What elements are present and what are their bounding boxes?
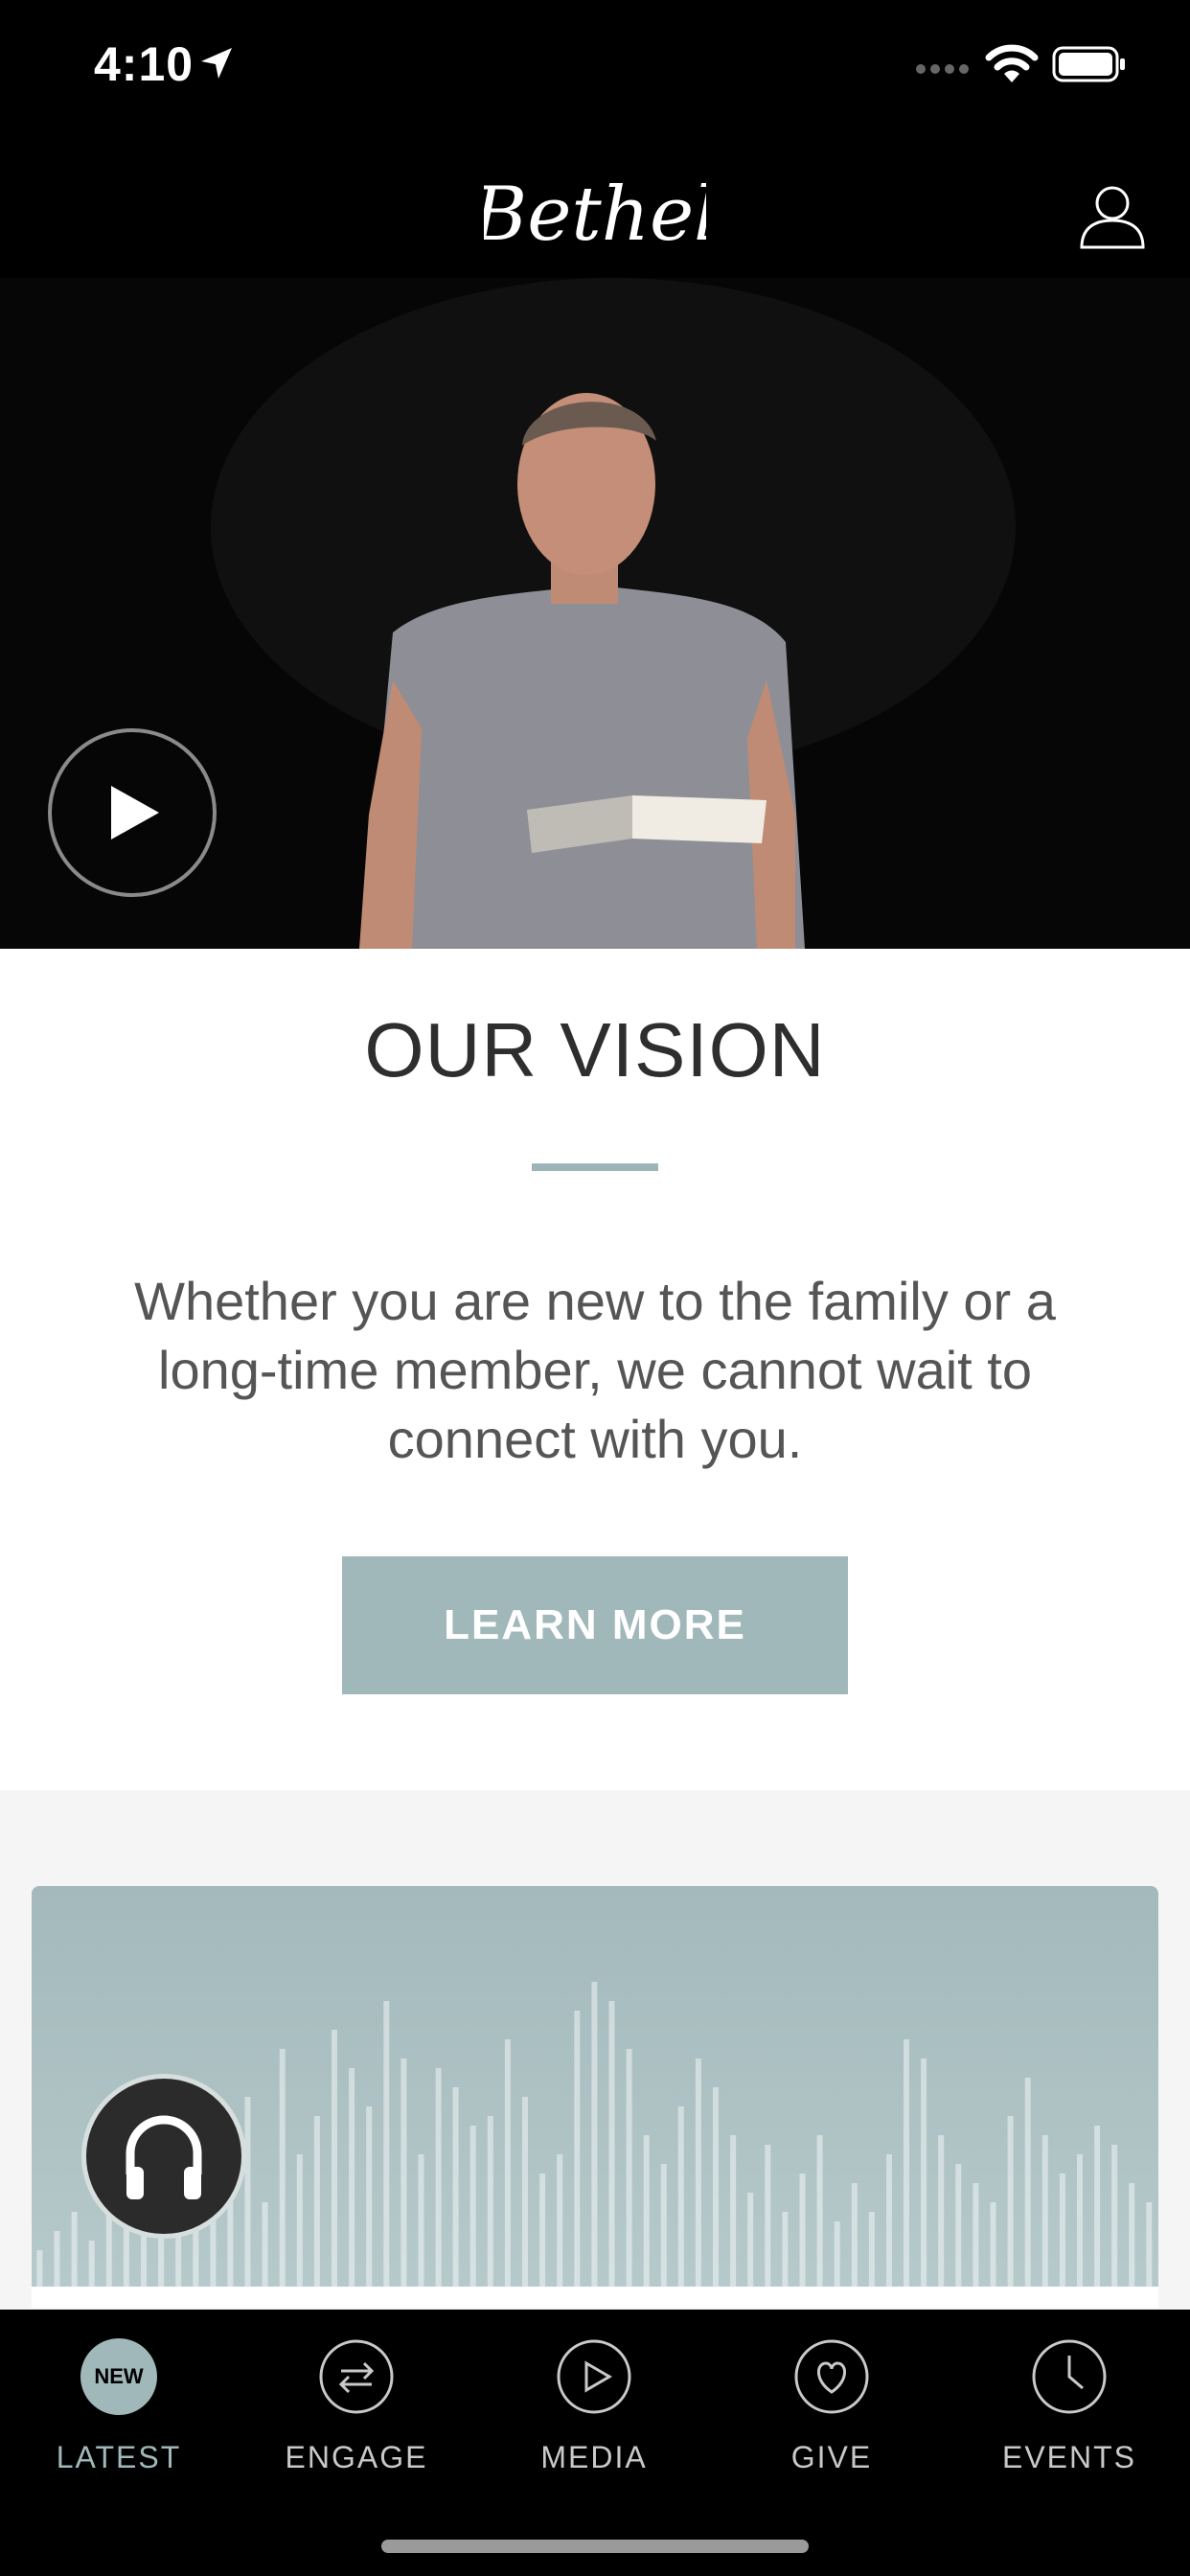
wave-bar bbox=[990, 2202, 996, 2288]
home-indicator bbox=[381, 2540, 809, 2553]
wave-bar bbox=[1129, 2183, 1135, 2288]
wave-bar bbox=[834, 2221, 840, 2288]
wave-bar bbox=[435, 2068, 442, 2288]
vision-text: Whether you are new to the family or a l… bbox=[134, 1271, 1056, 1469]
vision-title: OUR VISION bbox=[364, 1007, 826, 1092]
wave-bar bbox=[1041, 2135, 1048, 2288]
divider bbox=[532, 1163, 658, 1171]
wave-bar bbox=[660, 2164, 667, 2288]
headphones-icon bbox=[126, 2115, 202, 2199]
wave-bar bbox=[36, 2250, 43, 2288]
wave-bar bbox=[452, 2087, 459, 2288]
wave-bar bbox=[799, 2174, 806, 2288]
wave-bar bbox=[383, 2001, 390, 2288]
tab-label: EVENTS bbox=[1001, 2440, 1137, 2474]
wave-bar bbox=[608, 2001, 615, 2288]
wave-bar bbox=[1024, 2078, 1031, 2288]
tab-label: ENGAGE bbox=[285, 2440, 428, 2474]
wave-bar bbox=[591, 1982, 598, 2288]
wave-bar bbox=[349, 2068, 355, 2288]
wave-bar bbox=[782, 2212, 789, 2288]
status-bar: 4:10 bbox=[0, 0, 1190, 134]
play-circle-icon bbox=[557, 2339, 631, 2414]
wave-bar bbox=[574, 2011, 581, 2288]
exchange-arrows-icon bbox=[319, 2339, 394, 2414]
wifi-icon bbox=[985, 44, 1039, 82]
play-icon bbox=[111, 786, 159, 840]
tab-media[interactable]: MEDIA bbox=[475, 2329, 713, 2501]
wave-bar bbox=[262, 2202, 268, 2288]
tab-latest[interactable]: NEW LATEST bbox=[0, 2329, 238, 2501]
clock-icon bbox=[1032, 2339, 1107, 2414]
wave-bar bbox=[279, 2049, 286, 2288]
wave-bar bbox=[504, 2039, 511, 2288]
app-header: Bethel bbox=[0, 134, 1190, 278]
headphones-button[interactable] bbox=[81, 2074, 246, 2239]
wave-bar bbox=[88, 2241, 95, 2288]
wave-bar bbox=[626, 2049, 632, 2288]
tab-label: LATEST bbox=[56, 2440, 182, 2474]
wave-bar bbox=[730, 2135, 737, 2288]
tab-engage[interactable]: ENGAGE bbox=[238, 2329, 475, 2501]
tab-events[interactable]: EVENTS bbox=[950, 2329, 1188, 2501]
wave-bar bbox=[1146, 2202, 1153, 2288]
wave-bar bbox=[955, 2164, 962, 2288]
wave-bar bbox=[313, 2116, 320, 2288]
audio-card[interactable] bbox=[32, 1886, 1158, 2288]
play-button[interactable] bbox=[48, 728, 217, 897]
tab-label: GIVE bbox=[790, 2440, 873, 2474]
wave-bar bbox=[747, 2193, 754, 2288]
hero-video[interactable] bbox=[0, 278, 1190, 949]
wave-bar bbox=[469, 2126, 476, 2288]
wave-bar bbox=[400, 2058, 407, 2288]
wave-bar bbox=[1094, 2126, 1101, 2288]
vision-section: OUR VISION Whether you are new to the fa… bbox=[0, 949, 1190, 1790]
wave-bar bbox=[54, 2231, 60, 2288]
wave-bar bbox=[765, 2145, 771, 2288]
profile-icon[interactable] bbox=[1078, 182, 1147, 251]
location-arrow-icon bbox=[201, 48, 232, 79]
battery-icon bbox=[1052, 46, 1125, 82]
wave-bar bbox=[938, 2135, 945, 2288]
wave-bar bbox=[1111, 2145, 1118, 2288]
wave-bar bbox=[71, 2212, 78, 2288]
wave-bar bbox=[522, 2097, 528, 2288]
wave-bar bbox=[677, 2106, 684, 2288]
wave-bar bbox=[1077, 2154, 1083, 2288]
wave-bar bbox=[557, 2154, 563, 2288]
new-badge-icon: NEW bbox=[80, 2338, 157, 2415]
wave-bar bbox=[487, 2116, 493, 2288]
status-time: 4:10 bbox=[94, 37, 195, 91]
wave-bar bbox=[643, 2135, 650, 2288]
wave-bar bbox=[332, 2030, 337, 2288]
wave-bar bbox=[539, 2174, 546, 2288]
tab-label: MEDIA bbox=[540, 2440, 648, 2474]
bethel-logo[interactable]: Bethel bbox=[484, 159, 706, 264]
logo-text: Bethel bbox=[484, 172, 706, 258]
wave-bar bbox=[921, 2058, 927, 2288]
wave-bar bbox=[695, 2058, 701, 2288]
wave-bar bbox=[851, 2183, 858, 2288]
wave-bar bbox=[868, 2212, 875, 2288]
wave-bar bbox=[1059, 2174, 1065, 2288]
wave-bar bbox=[904, 2039, 909, 2288]
heart-circle-icon bbox=[794, 2339, 869, 2414]
wave-bar bbox=[816, 2135, 823, 2288]
wave-bar bbox=[296, 2154, 303, 2288]
audio-card-footer bbox=[32, 2287, 1158, 2308]
wave-bar bbox=[366, 2106, 373, 2288]
wave-bar bbox=[713, 2087, 719, 2288]
wave-bar bbox=[418, 2154, 424, 2288]
wave-bar bbox=[886, 2154, 892, 2288]
wave-bar bbox=[1007, 2116, 1014, 2288]
learn-more-button[interactable]: LEARN MORE bbox=[342, 1556, 848, 1694]
tab-give[interactable]: GIVE bbox=[713, 2329, 950, 2501]
tab-bar: NEW LATEST ENGAGE MEDIA GIVE EVENTS bbox=[0, 2310, 1190, 2576]
wave-bar bbox=[973, 2183, 979, 2288]
cellular-signal-icon bbox=[916, 64, 969, 74]
wave-bar bbox=[244, 2097, 251, 2288]
